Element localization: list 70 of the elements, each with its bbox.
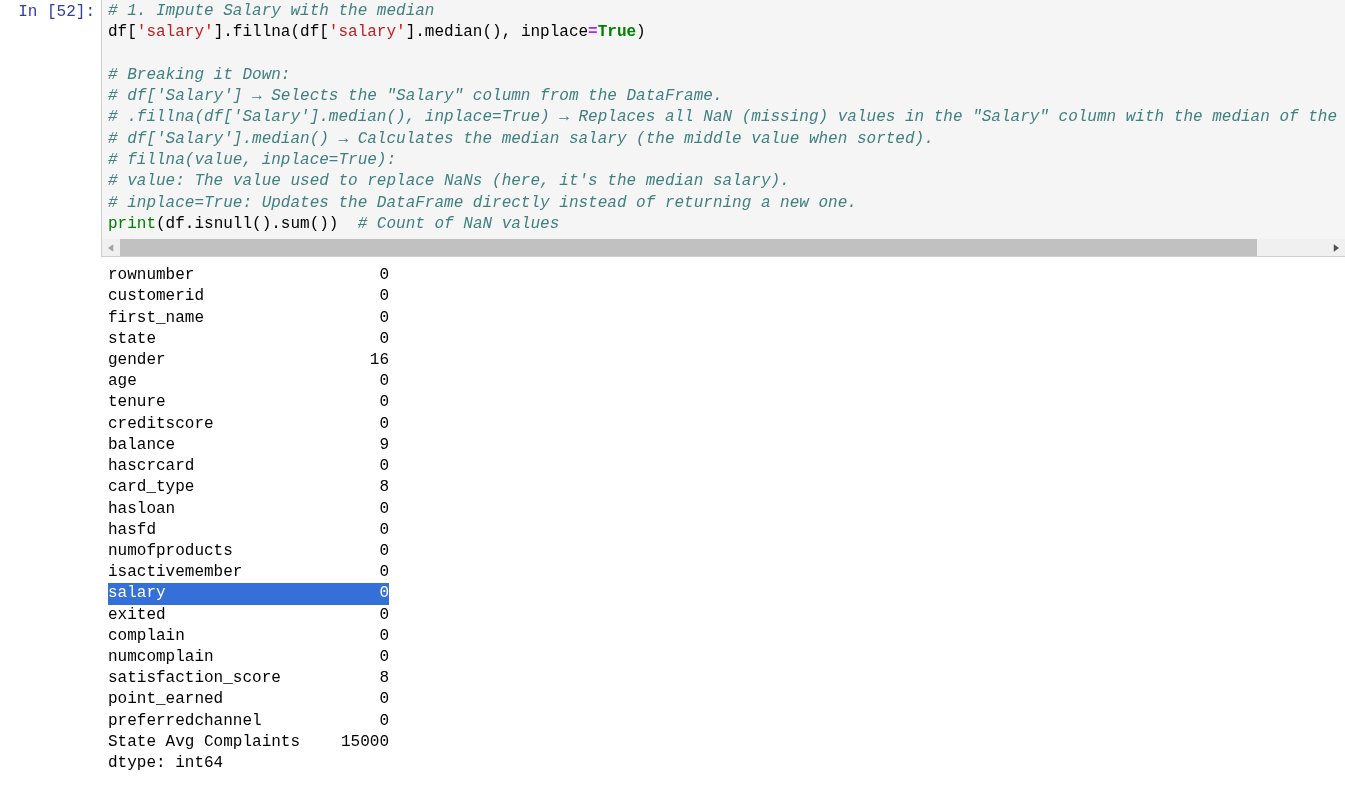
column-name: first_name	[108, 307, 204, 329]
column-name: salary	[108, 583, 166, 605]
column-name: gender	[108, 350, 166, 372]
code-token: =	[588, 23, 598, 42]
column-name: state	[108, 328, 156, 350]
code-cell[interactable]	[101, 0, 1345, 258]
input-prompt: In [52]:	[17, 2, 96, 23]
column-name: customerid	[108, 286, 204, 308]
code-token: True	[597, 23, 637, 42]
code-comment: # df['Salary'].median() → Calculates the median salary (the middle value when sorted).	[108, 129, 934, 148]
null-count: 0	[379, 519, 389, 541]
column-name: preferredchannel	[108, 710, 262, 732]
null-count: 0	[379, 562, 389, 584]
column-name: exited	[108, 604, 166, 626]
null-count: 0	[379, 456, 389, 478]
scroll-right-icon[interactable]	[1333, 243, 1339, 252]
null-count: 15000	[341, 731, 389, 753]
null-count: 0	[379, 689, 389, 711]
null-count: 0	[379, 307, 389, 329]
null-count: 8	[379, 477, 389, 499]
code-token: df[	[108, 23, 137, 42]
code-token: ].fillna(df[	[213, 23, 329, 42]
code-token: 'salary'	[328, 23, 406, 42]
code-comment: # 1. Impute Salary with the median	[108, 2, 435, 20]
column-name: satisfaction_score	[108, 668, 281, 690]
null-count: 0	[379, 328, 389, 350]
column-name: hasfd	[108, 519, 156, 541]
code-comment: # Count of NaN values	[357, 214, 560, 233]
null-count: 0	[379, 265, 389, 287]
column-name: hascrcard	[108, 456, 195, 478]
null-count: 8	[379, 668, 389, 690]
code-comment: # df['Salary'] → Selects the "Salary" column from the DataFrame.	[108, 87, 723, 106]
null-count: 0	[379, 583, 389, 605]
column-name: creditscore	[108, 413, 214, 435]
code-comment: # Breaking it Down:	[108, 65, 291, 84]
null-count: 0	[379, 604, 389, 626]
code-token: print	[108, 214, 156, 233]
code-comment: # value: The value used to replace NaNs (here, it's the median salary).	[108, 172, 790, 191]
null-count: 16	[369, 350, 389, 372]
code-token: )	[636, 23, 646, 42]
null-count: 0	[379, 286, 389, 308]
dtype-text: dtype: int64	[108, 752, 225, 774]
code-token: ].median(), inplace	[405, 23, 589, 42]
column-name: balance	[108, 434, 176, 456]
column-name: tenure	[108, 392, 166, 414]
null-count: 0	[379, 413, 389, 435]
code-token: (df.isnull().sum())	[156, 214, 340, 233]
code-comment: # .fillna(df['Salary'].median(), inplace=True) → Replaces all NaN (missing) values in the "Salary" column with the median of the	[108, 108, 1337, 127]
null-count: 0	[379, 646, 389, 668]
column-name: isactivemember	[108, 562, 243, 584]
code-token: 'salary'	[136, 23, 214, 42]
null-count: 0	[379, 540, 389, 562]
null-count: 0	[379, 710, 389, 732]
column-name: point_earned	[108, 689, 224, 711]
null-count: 0	[379, 625, 389, 647]
null-count: 0	[379, 371, 389, 393]
column-name: card_type	[108, 477, 195, 499]
column-name: numcomplain	[108, 646, 214, 668]
null-count: 9	[379, 434, 389, 456]
code-comment: # fillna(value, inplace=True):	[108, 151, 397, 170]
column-name: complain	[108, 625, 185, 647]
column-name: numofproducts	[108, 540, 233, 562]
null-count: 0	[379, 498, 389, 520]
column-name: rownumber	[108, 265, 195, 287]
code-comment: # inplace=True: Updates the DataFrame directly instead of returning a new one.	[108, 193, 857, 212]
null-count: 0	[379, 392, 389, 414]
column-name: age	[108, 371, 137, 393]
scroll-left-icon[interactable]	[108, 243, 114, 252]
column-name: hasloan	[108, 498, 176, 520]
column-name: State Avg Complaints	[108, 731, 301, 753]
